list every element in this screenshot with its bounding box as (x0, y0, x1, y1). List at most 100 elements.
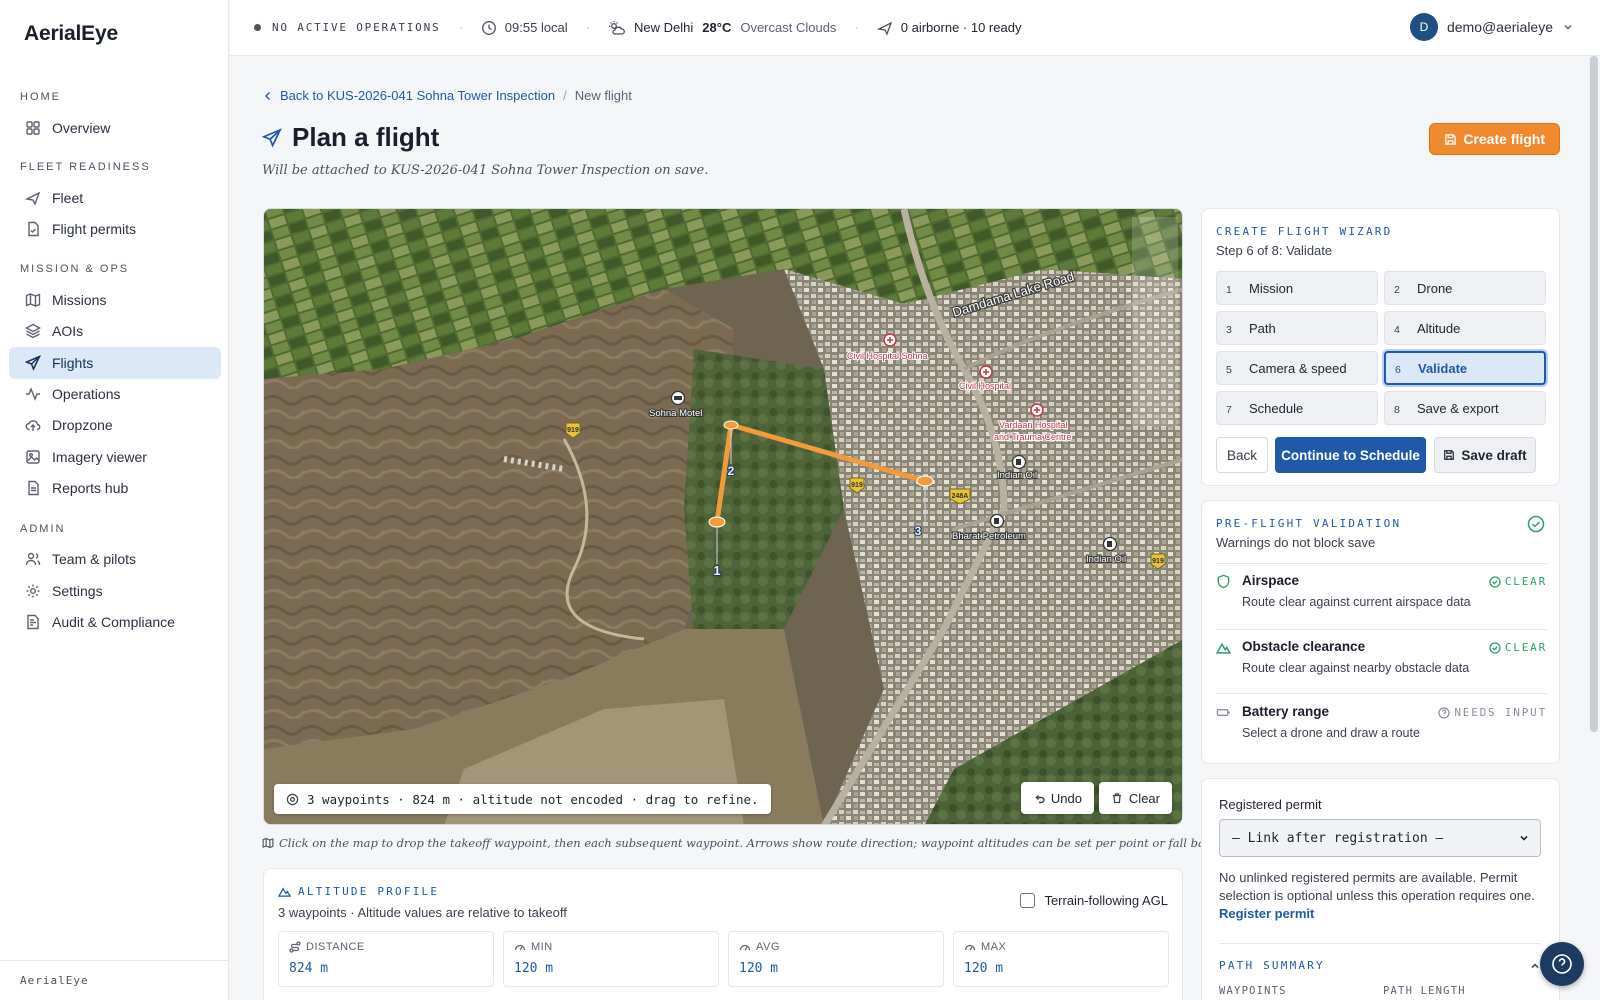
altitude-profile-title: ALTITUDE PROFILE (278, 885, 439, 898)
nav-section-admin: ADMIN (20, 523, 66, 535)
gauge-icon (514, 944, 526, 951)
waypoint-marker (723, 420, 739, 430)
sidebar-item-team-pilots[interactable]: Team & pilots (9, 543, 221, 575)
weather-temp: 28°C (702, 20, 732, 35)
breadcrumb-current: New flight (574, 88, 632, 103)
sidebar-item-label: Settings (52, 583, 103, 599)
upload-cloud-icon (24, 416, 42, 434)
permit-select[interactable]: — Link after registration — (1219, 819, 1541, 857)
step-label: Mission (1249, 280, 1294, 296)
continue-button[interactable]: Continue to Schedule (1275, 437, 1426, 473)
flight-map[interactable]: Damdama Lake Road Civil Hospital Sohna C… (263, 208, 1183, 825)
chevron-down-icon (1564, 25, 1572, 30)
shield-919-a: 919 (567, 427, 579, 434)
create-flight-button[interactable]: Create flight (1429, 123, 1560, 155)
stat-label: MAX (981, 941, 1007, 953)
sidebar-item-label: AOIs (52, 323, 84, 339)
wizard-step-camera-speed[interactable]: 5 Camera & speed (1216, 351, 1378, 385)
weather-widget[interactable]: New Delhi 28°C Overcast Clouds (608, 20, 836, 36)
validation-item-title: Airspace (1242, 573, 1300, 588)
user-email: demo@aerialeye (1446, 19, 1553, 35)
help-circle-icon (1552, 954, 1572, 974)
step-number: 8 (1394, 403, 1400, 416)
map-label-indian-oil-1: Indian Oil (997, 470, 1037, 481)
route-icon (289, 941, 301, 953)
back-button[interactable]: Back (1216, 437, 1268, 473)
clear-button[interactable]: Clear (1098, 782, 1172, 814)
page-title-text: Plan a flight (292, 122, 440, 152)
wizard-step-path[interactable]: 3 Path (1216, 311, 1378, 345)
shield-icon (1217, 574, 1230, 589)
divider (1219, 943, 1541, 944)
app-logo[interactable]: AerialEye (24, 22, 118, 46)
undo-button[interactable]: Undo (1020, 782, 1094, 814)
local-time: 09:55 local (481, 20, 568, 36)
terrain-label: Terrain-following AGL (1044, 893, 1168, 908)
check-circle-icon (1489, 641, 1501, 654)
user-menu[interactable]: D demo@aerialeye (1409, 13, 1574, 41)
fleet-status: 0 airborne · 10 ready (876, 20, 1021, 36)
terrain-following-toggle[interactable]: Terrain-following AGL (1020, 893, 1168, 908)
back-link[interactable]: Back to KUS-2026-041 Sohna Tower Inspect… (262, 88, 555, 103)
path-summary-title[interactable]: PATH SUMMARY (1219, 959, 1325, 972)
sidebar-item-reports-hub[interactable]: Reports hub (9, 472, 221, 504)
target-icon (286, 793, 299, 805)
cloud-sun-icon (609, 20, 625, 35)
mountain-icon (278, 887, 291, 897)
map-icon (24, 291, 42, 309)
save-draft-button[interactable]: Save draft (1434, 437, 1536, 473)
step-number: 6 (1395, 363, 1401, 376)
sidebar-item-dropzone[interactable]: Dropzone (9, 409, 221, 441)
send-icon (24, 354, 42, 372)
step-number: 7 (1226, 403, 1232, 416)
layers-icon (24, 322, 42, 340)
separator: · (854, 20, 859, 35)
map-hint-text: Click on the map to drop the takeoff way… (279, 836, 1314, 850)
sidebar-item-imagery-viewer[interactable]: Imagery viewer (9, 441, 221, 473)
sidebar-item-audit-compliance[interactable]: Audit & Compliance (9, 606, 221, 638)
divider (1216, 629, 1547, 630)
wizard-title: CREATE FLIGHT WIZARD (1216, 225, 1393, 238)
shield-919-c: 919 (1152, 558, 1164, 565)
page-scrollbar[interactable] (1590, 56, 1598, 732)
wizard-step-schedule[interactable]: 7 Schedule (1216, 391, 1378, 425)
breadcrumb: Back to KUS-2026-041 Sohna Tower Inspect… (262, 88, 632, 103)
undo-icon (1035, 795, 1045, 804)
altitude-profile-subtitle: 3 waypoints · Altitude values are relati… (278, 905, 567, 920)
validation-item-desc: Route clear against current airspace dat… (1242, 595, 1471, 609)
sidebar-item-overview[interactable]: Overview (9, 112, 221, 144)
step-number: 5 (1226, 363, 1232, 376)
wizard-step-save-export[interactable]: 8 Save & export (1384, 391, 1546, 425)
audit-icon (24, 613, 42, 631)
sidebar-item-aois[interactable]: AOIs (9, 315, 221, 347)
sidebar-item-fleet[interactable]: Fleet (9, 182, 221, 214)
sidebar-item-label: Flights (52, 355, 94, 371)
file-check-icon (24, 220, 42, 238)
sidebar: AerialEye HOME Overview FLEET READINESS … (0, 0, 229, 1000)
report-icon (24, 479, 42, 497)
register-permit-link[interactable]: Register permit (1219, 906, 1314, 921)
stat-label: MIN (531, 941, 553, 953)
terrain-checkbox[interactable] (1020, 893, 1036, 908)
sidebar-item-flight-permits[interactable]: Flight permits (9, 213, 221, 245)
wizard-step-mission[interactable]: 1 Mission (1216, 271, 1378, 305)
step-label: Drone (1417, 280, 1453, 296)
sidebar-item-operations[interactable]: Operations (9, 378, 221, 410)
waypoint-marker (916, 475, 934, 487)
help-button[interactable] (1540, 942, 1584, 986)
altitude-profile-card: ALTITUDE PROFILE 3 waypoints · Altitude … (263, 868, 1183, 1000)
wizard-step-drone[interactable]: 2 Drone (1384, 271, 1546, 305)
satellite-map[interactable]: Damdama Lake Road Civil Hospital Sohna C… (264, 209, 1183, 825)
hospital-marker-icon (883, 333, 897, 347)
hospital-marker-icon (979, 365, 993, 379)
sidebar-item-settings[interactable]: Settings (9, 575, 221, 607)
sidebar-item-missions[interactable]: Missions (9, 284, 221, 316)
sidebar-item-flights[interactable]: Flights (9, 347, 221, 379)
nav-section-fleet-readiness: FLEET READINESS (20, 161, 151, 173)
map-label-indian-oil-2: Indian Oil (1086, 554, 1126, 565)
wizard-step-altitude[interactable]: 4 Altitude (1384, 311, 1546, 345)
divider (1216, 563, 1547, 564)
route-info-chip: 3 waypoints · 824 m · altitude not encod… (274, 784, 771, 814)
permit-help-text: No unlinked registered permits are avail… (1219, 870, 1535, 903)
wizard-step-validate[interactable]: 6 Validate (1384, 351, 1546, 385)
